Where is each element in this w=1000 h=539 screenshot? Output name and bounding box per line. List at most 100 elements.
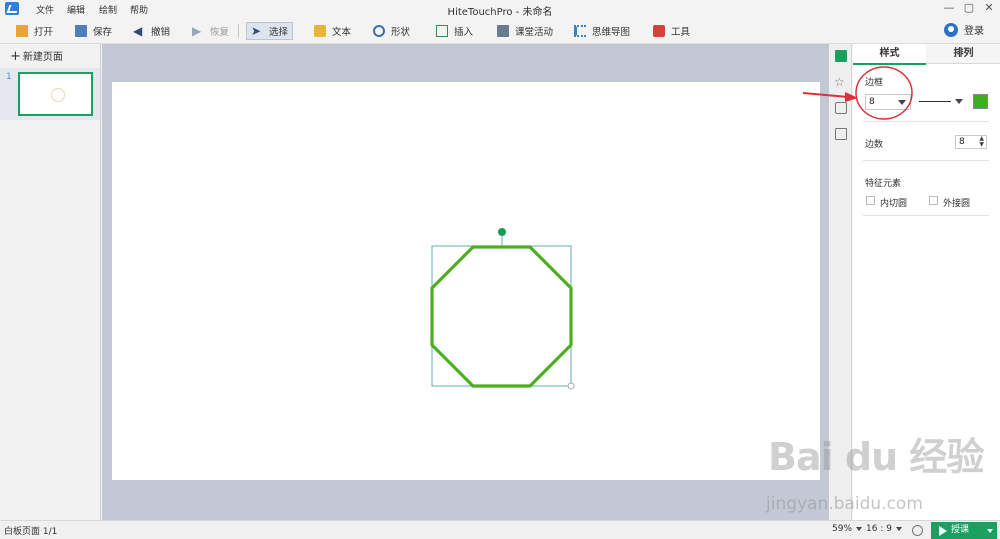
page-thumbnail[interactable] [18,72,93,116]
properties-icon[interactable] [835,50,847,62]
sides-label: 边数 [865,140,884,150]
folder-icon [16,25,28,37]
maximize-icon[interactable]: ▢ [961,1,977,15]
activity-icon [497,25,509,37]
divider [863,215,989,216]
shape-icon [373,25,385,37]
mindmap-button[interactable]: 思维导图 [574,22,630,40]
menu-edit[interactable]: 编辑 [67,3,85,16]
aspect-ratio-select[interactable]: 16 : 9 [866,524,902,534]
redo-button[interactable]: ▶ 恢复 [192,22,229,40]
sides-stepper[interactable]: 8 ▲ ▼ [955,135,987,149]
octagon-shape[interactable] [430,245,573,388]
activity-label: 课堂活动 [515,27,554,38]
title-bar: 文件 编辑 绘制 帮助 HiteTouchPro - 未命名 — ▢ ✕ [0,0,1000,18]
new-page-label: 新建页面 [22,52,63,63]
storage-icon[interactable] [835,128,847,140]
shape-label: 形状 [391,27,411,38]
menu-file[interactable]: 文件 [36,3,54,16]
resize-handle[interactable] [567,382,575,390]
sides-value: 8 [959,137,965,147]
divider [863,121,989,122]
cursor-icon: ➤ [251,24,262,38]
status-bar: 白板页面 1/1 59% 16 : 9 授课 [0,520,1000,539]
tools-button[interactable]: 工具 [653,22,690,40]
zoom-value: 59% [832,524,853,534]
page-indicator: 白板页面 1/1 [4,527,58,537]
window-title: HiteTouchPro - 未命名 [447,7,553,18]
chevron-down-icon [898,100,906,105]
login-button[interactable]: 登录 [944,22,984,37]
text-button[interactable]: 文本 [314,22,351,40]
line-style-preview [919,101,951,102]
stepper-arrows-icon[interactable]: ▲ ▼ [979,136,984,148]
canvas-area [102,44,829,520]
plus-icon: + [10,49,21,64]
feature-label: 特征元素 [865,179,902,189]
properties-panel: 样式 排列 边框 8 边数 8 ▲ ▼ 特征元素 内切圆 外接圆 [853,44,1000,520]
panel-icon-strip: ☆ [830,44,852,520]
save-label: 保存 [93,27,113,38]
save-icon [75,25,87,37]
menu-draw[interactable]: 绘制 [99,3,117,16]
mindmap-label: 思维导图 [592,27,631,38]
app-window: 文件 编辑 绘制 帮助 HiteTouchPro - 未命名 — ▢ ✕ 打开 … [0,0,1000,539]
new-page-button[interactable]: + 新建页面 [10,48,63,64]
inscribed-circle-checkbox[interactable] [866,196,875,205]
shape-button[interactable]: 形状 [373,22,410,40]
line-style-select[interactable] [917,94,965,110]
inscribed-circle-label: 内切圆 [880,199,908,209]
open-button[interactable]: 打开 [16,22,53,40]
toolbar: 打开 保存 ◀ 撤销 ▶ 恢复 ➤ 选择 文本 形状 插入 课堂活动 思维导图 … [0,18,1000,44]
minimize-icon[interactable]: — [941,1,957,15]
present-label: 授课 [951,525,970,535]
open-label: 打开 [34,27,54,38]
tab-style[interactable]: 样式 [853,44,926,65]
mindmap-icon [574,25,586,37]
menu-help[interactable]: 帮助 [130,3,148,16]
border-width-value: 8 [869,97,875,107]
sync-icon[interactable] [912,525,923,536]
layers-icon[interactable] [835,102,847,114]
border-width-select[interactable]: 8 [865,94,911,110]
chevron-down-icon[interactable] [987,529,993,533]
page-number: 1 [6,72,12,82]
properties-tabs: 样式 排列 [853,44,1000,65]
present-button[interactable]: 授课 [931,522,997,539]
border-label: 边框 [865,78,884,88]
chevron-down-icon [955,99,963,104]
close-icon[interactable]: ✕ [981,1,997,15]
undo-icon: ◀ [133,24,143,38]
thumbnail-shape [51,88,65,102]
tools-label: 工具 [671,27,691,38]
toolbar-divider [238,24,239,38]
activity-button[interactable]: 课堂活动 [497,22,553,40]
undo-label: 撤销 [151,27,171,38]
select-button[interactable]: ➤ 选择 [246,22,294,40]
border-color-swatch[interactable] [973,94,988,109]
pin-icon[interactable]: ☆ [834,76,846,88]
toolbox-icon [653,25,665,37]
divider [863,160,989,161]
page-list-item[interactable]: 1 [0,68,100,120]
redo-icon: ▶ [192,24,202,38]
chevron-down-icon [856,526,863,531]
chevron-down-icon [895,526,902,531]
insert-button[interactable]: 插入 [436,22,473,40]
redo-label: 恢复 [210,27,230,38]
image-icon [436,25,448,37]
select-label: 选择 [269,27,289,38]
shape-layer [430,228,575,390]
rotate-handle[interactable] [498,228,506,236]
undo-button[interactable]: ◀ 撤销 [133,22,170,40]
aspect-ratio-value: 16 : 9 [866,524,892,534]
save-button[interactable]: 保存 [75,22,112,40]
tab-arrange[interactable]: 排列 [927,44,1000,64]
zoom-select[interactable]: 59% [832,524,863,534]
whiteboard-slide[interactable] [112,82,820,480]
app-logo-icon [5,2,19,15]
text-label: 文本 [332,27,352,38]
login-label: 登录 [964,26,984,37]
circumscribed-circle-checkbox[interactable] [929,196,938,205]
pages-panel: + 新建页面 1 [0,44,101,520]
